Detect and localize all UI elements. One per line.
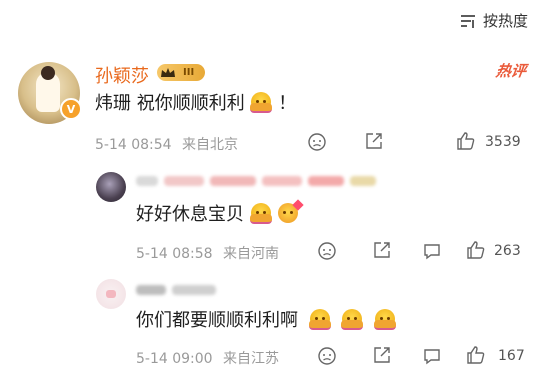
reply-location: 来自河南 [223, 246, 280, 262]
comment-text-suffix: ！ [278, 93, 297, 114]
reply-location: 来自江苏 [223, 351, 280, 367]
hug-emoji-icon [374, 309, 397, 330]
member-level-badge: III [157, 64, 205, 81]
hug-emoji-icon [308, 309, 331, 330]
like-icon[interactable] [466, 345, 486, 365]
hug-emoji-icon [341, 309, 364, 330]
comment-reply-icon[interactable] [422, 346, 442, 366]
comment-date: 5-14 08:54 [95, 137, 172, 153]
reply-date: 5-14 09:00 [136, 351, 213, 367]
hug-emoji-icon [250, 92, 273, 113]
reply-text-body: 好好休息宝贝 [136, 204, 244, 225]
comment-reply-icon[interactable] [422, 241, 442, 261]
reply-avatar[interactable] [96, 279, 126, 309]
reply-meta: 5-14 08:58 来自河南 [136, 243, 279, 263]
like-count: 3539 [485, 134, 521, 150]
love-face-emoji-icon [278, 199, 305, 223]
hug-emoji-icon [249, 203, 272, 224]
comment-text-body: 炜珊 祝你顺顺利利 [95, 93, 245, 114]
reply-date: 5-14 08:58 [136, 246, 213, 262]
reply-meta: 5-14 09:00 来自江苏 [136, 348, 279, 368]
reply-text-body: 你们都要顺顺利利啊 [136, 310, 298, 331]
comment-icon[interactable] [317, 346, 337, 366]
reply-text: 你们都要顺顺利利啊 [136, 309, 397, 333]
like-icon[interactable] [456, 131, 476, 151]
reply-avatar[interactable] [96, 172, 126, 202]
crown-icon [161, 67, 175, 77]
comment-icon[interactable] [317, 241, 337, 261]
comment-location: 来自北京 [182, 137, 239, 153]
like-icon[interactable] [466, 240, 486, 260]
reply-username-blurred[interactable] [136, 285, 216, 295]
like-count: 167 [498, 348, 525, 364]
comment-username[interactable]: 孙颖莎 [95, 62, 149, 88]
like-count: 263 [494, 243, 521, 259]
share-icon[interactable] [372, 240, 392, 260]
share-icon[interactable] [372, 345, 392, 365]
sort-icon [460, 14, 475, 28]
sort-by-hot-button[interactable]: 按热度 [459, 10, 528, 31]
comment-meta: 5-14 08:54 来自北京 [95, 134, 238, 154]
share-icon[interactable] [364, 131, 384, 151]
verified-badge-icon: V [60, 98, 82, 120]
reply-username-blurred[interactable] [136, 176, 376, 186]
comment-icon[interactable] [307, 132, 327, 152]
hot-comment-tag: 热评 [494, 62, 528, 80]
member-level-text: III [183, 67, 195, 78]
comment-text: 炜珊 祝你顺顺利利 ！ [95, 92, 296, 116]
reply-text: 好好休息宝贝 [136, 199, 305, 227]
sort-label: 按热度 [482, 12, 528, 30]
